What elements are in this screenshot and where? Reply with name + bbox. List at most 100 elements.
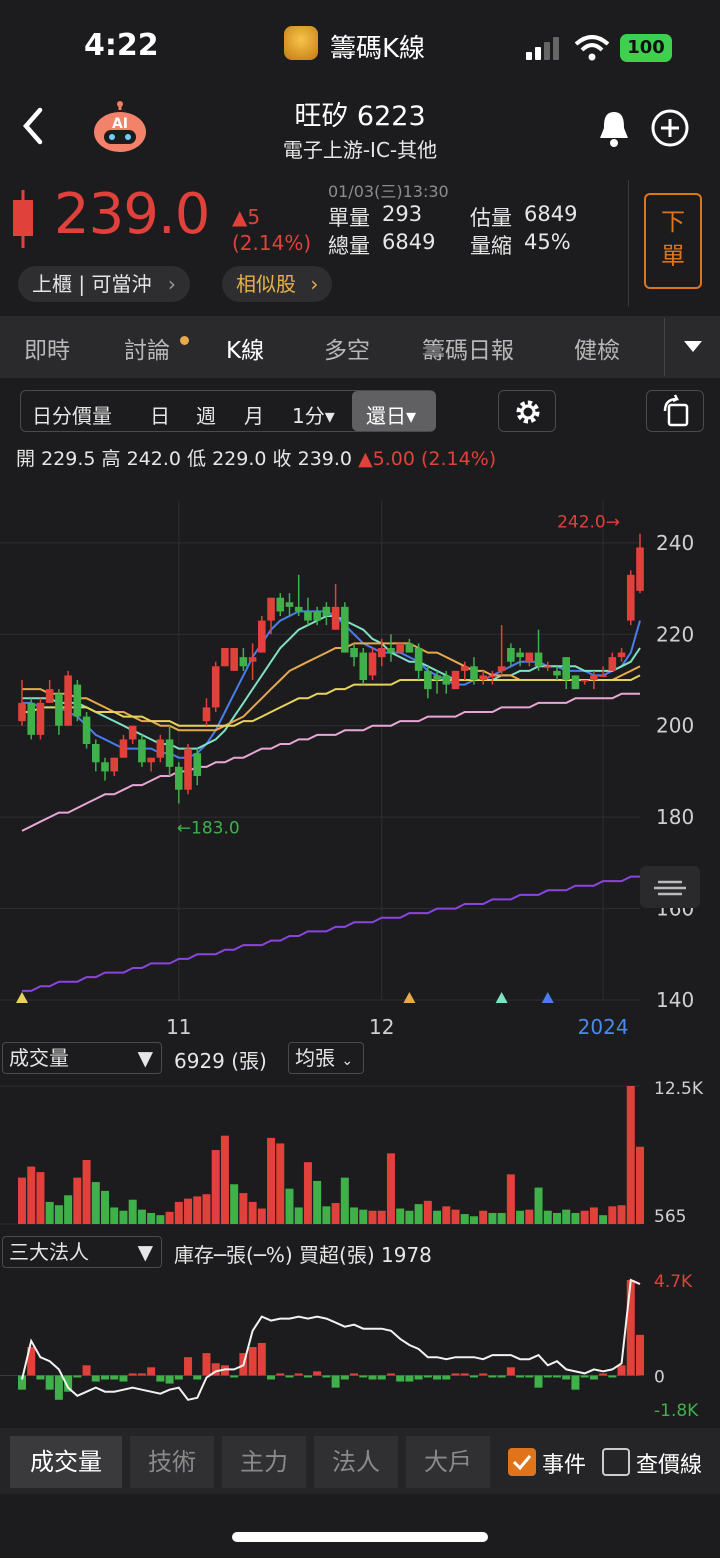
tab-discussion[interactable]: 討論 xyxy=(124,331,170,365)
bottom-tab-volume[interactable]: 成交量 xyxy=(10,1436,122,1488)
bottom-tab-institutional[interactable]: 法人 xyxy=(314,1436,398,1488)
chart-drag-handle[interactable] xyxy=(640,866,700,908)
price-line-checkbox[interactable] xyxy=(602,1448,630,1476)
candle-body xyxy=(433,675,441,680)
candle-body xyxy=(377,648,386,658)
ohlc-summary: 開 229.5 高 242.0 低 229.0 收 239.0 ▲5.00 (2… xyxy=(16,444,496,471)
similar-stocks-label: 相似股 xyxy=(236,272,296,296)
candle xyxy=(571,675,580,690)
tab-chip-daily[interactable]: 籌碼日報 xyxy=(422,331,514,365)
institutional-chart: 4.7K 0 -1.8K xyxy=(0,1272,699,1420)
candle-body xyxy=(156,739,165,758)
institutional-bar xyxy=(414,1375,423,1380)
volume-bar xyxy=(128,1199,137,1224)
wifi-icon xyxy=(574,35,610,61)
volume-bar xyxy=(82,1159,91,1224)
institutional-indicator-select[interactable]: 三大法人 ▼ xyxy=(2,1236,162,1268)
add-watchlist-icon[interactable] xyxy=(650,108,690,148)
candle-body xyxy=(350,648,358,658)
institutional-bar xyxy=(36,1375,45,1380)
bottom-tab-major[interactable]: 主力 xyxy=(222,1436,306,1488)
volume-bar xyxy=(497,1212,506,1224)
volume-bar xyxy=(368,1210,377,1224)
candle-body xyxy=(304,611,312,621)
volume-bar xyxy=(377,1210,386,1224)
volume-bar xyxy=(322,1206,331,1224)
divider xyxy=(664,318,665,376)
tab-realtime[interactable]: 即時 xyxy=(24,331,70,365)
chevron-right-icon: › xyxy=(310,272,319,296)
candle xyxy=(128,725,137,744)
volume-bar xyxy=(276,1143,285,1224)
bottom-tab-large-holders[interactable]: 大戶 xyxy=(406,1436,490,1488)
institutional-bar xyxy=(45,1375,54,1390)
tab-kline[interactable]: K線 xyxy=(226,331,264,365)
candle xyxy=(221,648,229,667)
volume-bar xyxy=(433,1210,442,1224)
period-tick-volume[interactable]: 日分價量 xyxy=(32,400,112,429)
institutional-bar xyxy=(599,1373,608,1376)
institutional-bar xyxy=(193,1375,202,1380)
institutional-bar xyxy=(91,1375,100,1382)
est-volume-label: 估量 xyxy=(470,206,512,230)
institutional-bar xyxy=(156,1375,165,1382)
dropdown-triangle-icon[interactable] xyxy=(680,336,706,356)
y-tick-label: 180 xyxy=(656,805,694,829)
candle-body xyxy=(562,657,571,680)
institutional-bar xyxy=(340,1375,349,1380)
candle xyxy=(45,680,54,703)
institutional-bar xyxy=(571,1375,580,1390)
volume-bar xyxy=(516,1210,525,1224)
candle-body xyxy=(451,670,460,690)
candle xyxy=(350,643,358,667)
period-week[interactable]: 週 xyxy=(196,400,216,429)
tab-long-short[interactable]: 多空 xyxy=(324,331,370,365)
period-day[interactable]: 日 xyxy=(150,400,170,429)
volume-mode-select[interactable]: 均張 ⌄ xyxy=(288,1042,364,1074)
institutional-bar xyxy=(350,1373,359,1376)
candle-body xyxy=(424,670,432,690)
moving-average-line xyxy=(22,674,641,727)
candle-body xyxy=(202,707,211,722)
period-adjusted-day[interactable]: 還日▾ xyxy=(366,400,416,429)
period-month[interactable]: 月 xyxy=(244,400,264,429)
app-name: 籌碼K線 xyxy=(330,34,426,64)
event-marker-icon xyxy=(541,992,554,1003)
event-marker-icon xyxy=(495,992,508,1003)
events-checkbox[interactable] xyxy=(508,1448,536,1476)
institutional-bar xyxy=(562,1375,571,1380)
candle-body xyxy=(331,606,340,630)
institutional-bar xyxy=(516,1375,525,1378)
rotate-screen-button[interactable] xyxy=(646,390,704,432)
candle-body xyxy=(608,657,617,671)
candle xyxy=(294,574,303,616)
chart-settings-button[interactable] xyxy=(498,390,556,432)
candle xyxy=(285,593,294,616)
volume-indicator-label: 成交量 xyxy=(9,1046,69,1070)
volume-bar xyxy=(488,1212,497,1224)
order-button[interactable]: 下單 xyxy=(644,193,702,289)
candle xyxy=(304,597,312,626)
candlestick-chart[interactable]: 24022020018016014011 12 2024242.0→←183.0 xyxy=(0,500,720,1040)
institutional-bar xyxy=(497,1375,506,1378)
volume-indicator-select[interactable]: 成交量 ▼ xyxy=(2,1042,162,1074)
close-value: 239.0 xyxy=(297,448,353,470)
institutional-bar xyxy=(137,1373,146,1376)
similar-stocks-pill[interactable]: 相似股 › xyxy=(222,266,333,302)
market-type-pill[interactable]: 上櫃 | 可當沖 › xyxy=(18,266,190,302)
low-label: 低 xyxy=(187,448,207,470)
dropdown-triangle-icon: ▼ xyxy=(137,1046,153,1070)
candle xyxy=(424,666,432,699)
bell-icon[interactable] xyxy=(594,108,634,148)
candle-body xyxy=(36,702,45,735)
period-minute[interactable]: 1分▾ xyxy=(292,400,335,429)
institutional-bar xyxy=(257,1342,266,1376)
institutional-bar xyxy=(165,1375,174,1384)
bottom-tab-technical[interactable]: 技術 xyxy=(130,1436,214,1488)
moving-average-line xyxy=(22,615,641,750)
institutional-bar xyxy=(110,1375,119,1380)
candle xyxy=(543,661,552,671)
candle-body xyxy=(45,689,54,703)
institutional-bar xyxy=(552,1375,561,1378)
tab-health-check[interactable]: 健檢 xyxy=(574,331,620,365)
